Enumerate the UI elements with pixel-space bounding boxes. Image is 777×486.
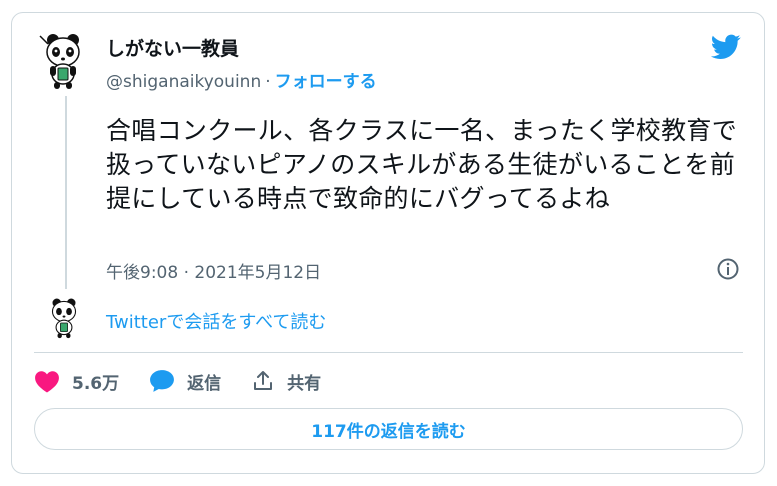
heart-icon [35, 371, 59, 393]
author-avatar-small [51, 298, 77, 339]
info-icon[interactable] [716, 257, 740, 281]
action-bar: 5.6万 返信 共有 [34, 366, 351, 396]
read-conversation-link[interactable]: Twitterで会話をすべて読む [106, 308, 326, 334]
read-replies-button[interactable]: 117件の返信を読む [34, 408, 743, 450]
divider [34, 352, 743, 353]
author-avatar[interactable] [38, 32, 88, 90]
share-button[interactable]: 共有 [251, 369, 321, 394]
author-handle-row: @shiganaikyouinn · フォローする [106, 67, 377, 92]
twitter-bird-icon[interactable] [711, 34, 741, 60]
share-label: 共有 [287, 373, 322, 394]
tweet-text: 合唱コンクール、各クラスに一名、まったく学校教育で扱っていないピアノのスキルがあ… [106, 116, 738, 213]
reply-button[interactable]: 返信 [149, 369, 221, 394]
thread-line [65, 96, 67, 289]
like-count: 5.6万 [72, 373, 120, 394]
like-button[interactable]: 5.6万 [34, 369, 119, 394]
separator-dot: · [265, 72, 271, 92]
tweet-timestamp[interactable]: 午後9:08 · 2021年5月12日 [106, 258, 321, 283]
reply-label: 返信 [187, 373, 222, 394]
reply-bubble-icon [150, 370, 175, 392]
share-icon [254, 371, 273, 390]
author-display-name[interactable]: しがない一教員 [106, 34, 239, 61]
author-handle[interactable]: @shiganaikyouinn [106, 72, 261, 92]
follow-button[interactable]: フォローする [275, 72, 377, 92]
